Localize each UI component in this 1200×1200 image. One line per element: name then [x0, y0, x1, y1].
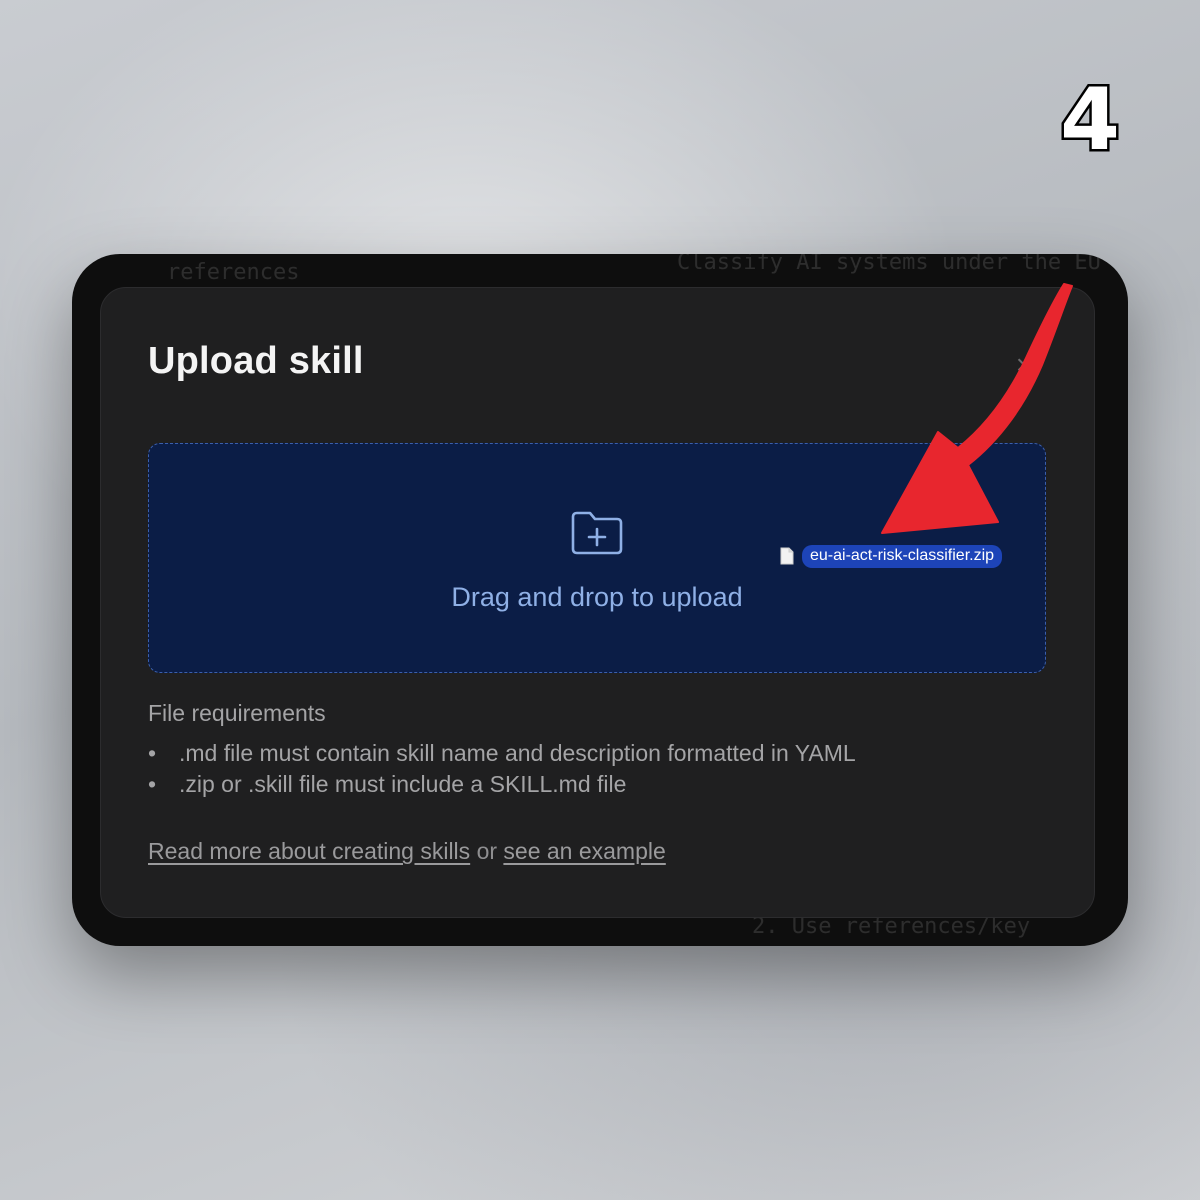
requirements-list: • .md file must contain skill name and d… [148, 738, 856, 800]
step-number-badge: 4 [1058, 68, 1123, 173]
document-icon [780, 547, 794, 565]
red-arrow-annotation [881, 283, 1073, 534]
dropzone-label: Drag and drop to upload [451, 582, 743, 612]
requirement-item: • .md file must contain skill name and d… [148, 738, 856, 769]
requirement-item: • .zip or .skill file must include a SKI… [148, 769, 856, 800]
help-links: Read more about creating skills or see a… [148, 838, 666, 865]
background-ghost-text: Classify AI systems under the EU [677, 254, 1101, 275]
requirement-text: .zip or .skill file must include a SKILL… [179, 771, 627, 797]
dialog-title: Upload skill [148, 340, 364, 382]
background-ghost-text: references [167, 260, 300, 285]
requirement-text: .md file must contain skill name and des… [179, 740, 856, 766]
read-more-link[interactable]: Read more about creating skills [148, 838, 470, 864]
see-example-link[interactable]: see an example [503, 838, 665, 864]
folder-plus-icon [571, 511, 623, 555]
requirements-title: File requirements [148, 700, 326, 726]
bullet-icon: • [148, 771, 157, 797]
links-connector: or [476, 838, 498, 864]
bullet-icon: • [148, 740, 157, 766]
